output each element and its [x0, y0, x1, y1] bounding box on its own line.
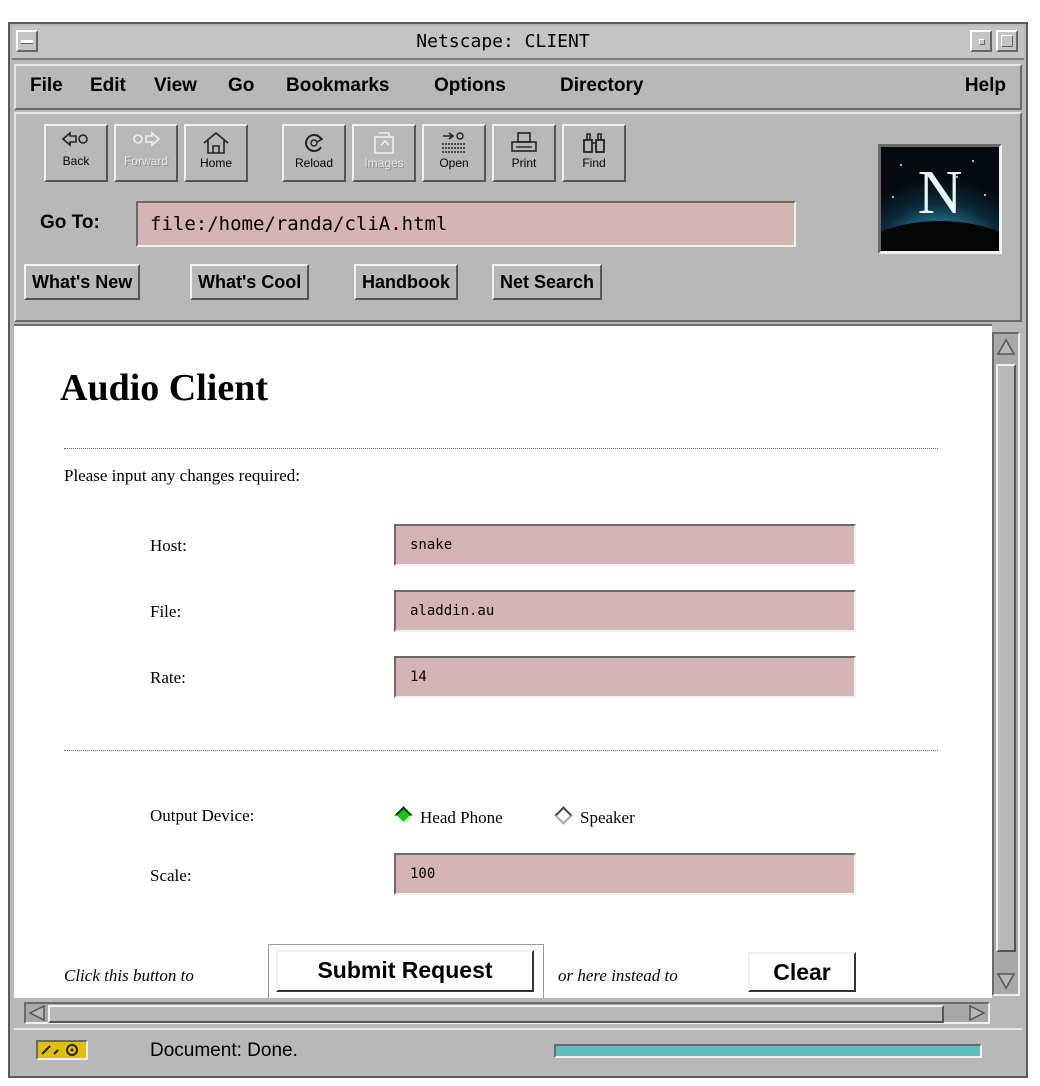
scroll-up-arrow-icon[interactable]	[996, 338, 1016, 358]
handbook-button[interactable]: Handbook	[354, 264, 458, 300]
location-input[interactable]: file:/home/randa/cliA.html	[136, 201, 796, 247]
toolbar-area: Back Forward Home Reload Images Open Pri…	[14, 112, 1022, 322]
images-icon	[374, 132, 394, 154]
binoculars-icon	[583, 133, 605, 153]
minimize-button[interactable]	[970, 30, 992, 52]
menu-directory[interactable]: Directory	[560, 75, 643, 97]
menu-view[interactable]: View	[154, 75, 197, 97]
netscape-logo[interactable]: N	[878, 144, 1002, 254]
broken-key-icon	[41, 1044, 78, 1056]
status-text: Document: Done.	[150, 1040, 298, 1061]
vertical-scroll-thumb[interactable]	[996, 364, 1016, 952]
printer-icon	[511, 132, 537, 152]
progress-bar	[554, 1044, 982, 1058]
title-bar[interactable]: Netscape: CLIENT	[12, 26, 1024, 60]
find-button[interactable]: Find	[562, 124, 626, 182]
rate-label: Rate:	[150, 668, 186, 687]
file-label: File:	[150, 602, 182, 621]
back-label: Back	[62, 154, 90, 168]
clear-prefix-text: or here instead to	[558, 966, 678, 985]
browser-window: Netscape: CLIENT File Edit View Go Bookm…	[8, 22, 1028, 1078]
scroll-down-arrow-icon[interactable]	[996, 970, 1016, 990]
host-label: Host:	[150, 536, 187, 555]
status-bar: Document: Done.	[14, 1028, 1022, 1072]
open-button[interactable]: Open	[422, 124, 486, 182]
menu-help[interactable]: Help	[965, 75, 1006, 97]
submit-prefix-text: Click this button to	[64, 966, 194, 985]
submit-request-button[interactable]: Submit Request	[276, 950, 534, 992]
menu-go[interactable]: Go	[228, 75, 254, 97]
back-arrow-icon	[61, 131, 88, 147]
headphone-radio[interactable]	[394, 806, 413, 825]
menu-file[interactable]: File	[30, 75, 63, 97]
page-content: Audio Client Please input any changes re…	[14, 324, 992, 998]
output-device-label: Output Device:	[150, 806, 255, 825]
forward-label: Forward	[123, 154, 168, 168]
back-button[interactable]: Back	[44, 124, 108, 182]
scale-input[interactable]: 100	[394, 853, 856, 895]
menu-bar: File Edit View Go Bookmarks Options Dire…	[14, 64, 1022, 110]
file-input[interactable]: aladdin.au	[394, 590, 856, 632]
clear-button[interactable]: Clear	[748, 952, 856, 992]
speaker-radio[interactable]	[554, 806, 573, 825]
window-title: Netscape: CLIENT	[416, 31, 590, 52]
print-button[interactable]: Print	[492, 124, 556, 182]
net-search-button[interactable]: Net Search	[492, 264, 603, 300]
menu-options[interactable]: Options	[434, 75, 506, 97]
images-label: Images	[364, 156, 404, 170]
page-heading: Audio Client	[60, 367, 268, 409]
intro-text: Please input any changes required:	[64, 466, 301, 485]
open-label: Open	[439, 156, 469, 170]
home-button[interactable]: Home	[184, 124, 248, 182]
host-input[interactable]: snake	[394, 524, 856, 566]
open-icon	[442, 132, 466, 153]
find-label: Find	[582, 156, 606, 170]
reload-icon	[305, 134, 324, 152]
reload-button[interactable]: Reload	[282, 124, 346, 182]
whats-new-button[interactable]: What's New	[24, 264, 141, 300]
home-label: Home	[199, 156, 232, 170]
window-menu-button[interactable]	[16, 30, 38, 52]
whats-cool-button[interactable]: What's Cool	[190, 264, 310, 300]
images-button[interactable]: Images	[352, 124, 416, 182]
divider-top	[64, 448, 938, 449]
scroll-left-arrow-icon[interactable]	[28, 1005, 46, 1021]
reload-label: Reload	[294, 156, 334, 170]
print-label: Print	[511, 156, 537, 170]
location-label: Go To:	[40, 212, 100, 233]
scroll-right-arrow-icon[interactable]	[968, 1005, 986, 1021]
rate-input[interactable]: 14	[394, 656, 856, 698]
speaker-option-label[interactable]: Speaker	[580, 808, 635, 828]
horizontal-scrollbar[interactable]	[24, 1002, 990, 1024]
divider-middle	[64, 750, 938, 751]
forward-arrow-icon	[133, 131, 161, 147]
forward-button[interactable]: Forward	[114, 124, 178, 182]
headphone-option-label[interactable]: Head Phone	[420, 808, 503, 828]
logo-letter: N	[918, 159, 963, 227]
horizontal-scroll-thumb[interactable]	[48, 1005, 944, 1023]
menu-edit[interactable]: Edit	[90, 75, 126, 97]
home-icon	[203, 131, 229, 154]
netscape-n-logo-icon: N	[881, 147, 999, 251]
security-key-icon[interactable]	[36, 1040, 88, 1060]
scale-label: Scale:	[150, 866, 192, 885]
vertical-scrollbar[interactable]	[992, 332, 1020, 996]
menu-bookmarks[interactable]: Bookmarks	[286, 75, 390, 97]
maximize-button[interactable]	[996, 30, 1018, 52]
